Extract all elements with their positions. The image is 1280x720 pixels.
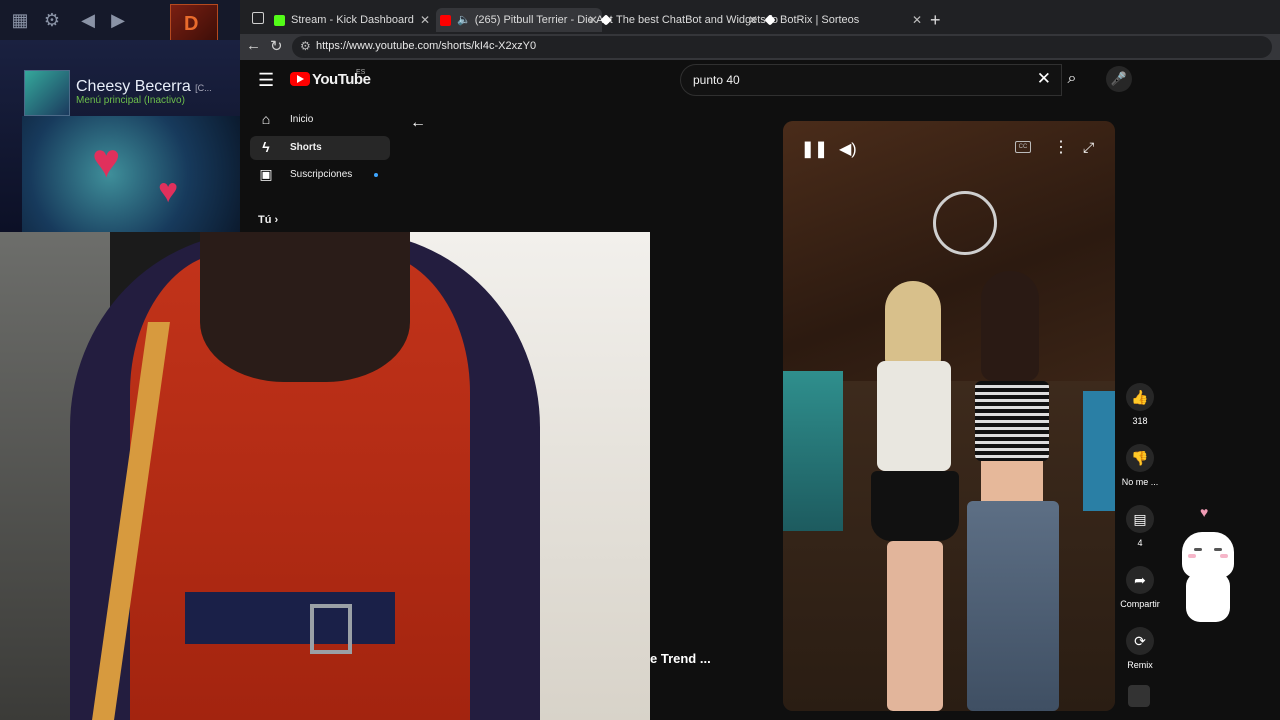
dancer-left xyxy=(863,281,963,711)
browser-address-bar: ← ↻ ⚙ https://www.youtube.com/shorts/kI4… xyxy=(240,34,1280,60)
share-label: Compartir xyxy=(1120,599,1160,609)
thumbs-down-icon: 👎 xyxy=(1126,444,1154,472)
webcam-overlay xyxy=(0,232,650,720)
tab-botrix-sorteos[interactable]: BotRix | Sorteos ✕ xyxy=(764,8,926,32)
back-arrow-icon[interactable]: ◀ xyxy=(78,10,98,30)
dislike-button[interactable]: 👎 No me ... xyxy=(1110,444,1170,487)
url-field[interactable]: ⚙ https://www.youtube.com/shorts/kI4c-X2… xyxy=(292,36,1272,58)
search-button[interactable]: ⌕ xyxy=(1060,64,1084,94)
subscriptions-icon: ▣ xyxy=(259,166,273,182)
sidebar-item-inicio[interactable]: ⌂ Inicio xyxy=(250,108,390,132)
like-count: 318 xyxy=(1132,416,1148,426)
tab-youtube-short[interactable]: 🔈 (265) Pitbull Terrier - Die Ant ✕ xyxy=(436,8,613,32)
ceiling-fan xyxy=(933,191,997,255)
sidebar-item-label: Inicio xyxy=(290,114,314,125)
sidebar-item-label: Shorts xyxy=(290,142,322,153)
cat-mascot-overlay: ♥ xyxy=(1178,504,1238,622)
country-code: ES xyxy=(356,69,366,76)
window-menu-icon[interactable] xyxy=(252,12,264,24)
hamburger-menu-button[interactable]: ☰ xyxy=(258,70,274,91)
remix-icon: ⟳ xyxy=(1126,627,1154,655)
pause-button[interactable]: ❚❚ xyxy=(801,139,828,159)
close-tab-icon[interactable]: ✕ xyxy=(588,8,598,32)
sound-thumbnail[interactable] xyxy=(1128,685,1150,707)
expand-button[interactable]: ⤢ xyxy=(1083,139,1094,156)
microphone-button[interactable]: 🎤 xyxy=(1106,66,1132,92)
close-tab-icon[interactable]: ✕ xyxy=(748,8,758,32)
comments-button[interactable]: ▤ 4 xyxy=(1110,505,1170,548)
gear-icon[interactable]: ⚙ xyxy=(42,10,62,30)
youtube-header: ☰ YouTube ES punto 40 ✕ ⌕ 🎤 xyxy=(240,60,1280,100)
reload-button[interactable]: ↻ xyxy=(270,37,283,55)
kick-favicon-icon xyxy=(274,14,285,26)
site-info-icon[interactable]: ⚙ xyxy=(300,39,311,53)
youtube-logo-icon[interactable] xyxy=(290,72,310,86)
volume-button[interactable]: ◀) xyxy=(839,139,857,159)
tab-chatbot-widgets[interactable]: The best ChatBot and Widgets fo ✕ xyxy=(600,8,778,32)
sidebar-item-suscripciones[interactable]: ▣ Suscripciones xyxy=(250,163,390,187)
game-artwork: ♥ ♥ xyxy=(22,116,240,232)
clear-search-icon[interactable]: ✕ xyxy=(1037,69,1051,89)
tab-kick-dashboard[interactable]: Stream - Kick Dashboard ✕ xyxy=(274,8,434,32)
sidebar-item-shorts[interactable]: ϟ Shorts xyxy=(250,136,390,160)
chevron-right-icon: › xyxy=(274,214,279,226)
comment-icon: ▤ xyxy=(1126,505,1154,533)
back-arrow-icon[interactable]: ← xyxy=(410,114,426,132)
steam-menu-icon[interactable]: ▦ xyxy=(10,10,30,30)
back-button[interactable]: ← xyxy=(246,37,261,54)
steam-friend-panel: Cheesy Becerra [C... Menú principal (Ina… xyxy=(0,40,240,232)
share-button[interactable]: ➦ Compartir xyxy=(1110,566,1170,609)
sidebar-item-label: Suscripciones xyxy=(290,169,353,180)
short-title-fragment[interactable]: e Trend ... xyxy=(650,651,711,666)
botrix-favicon-icon xyxy=(600,14,612,26)
new-tab-button[interactable]: + xyxy=(930,10,941,30)
shorts-icon: ϟ xyxy=(262,139,270,155)
like-button[interactable]: 👍 318 xyxy=(1110,383,1170,426)
captions-button[interactable]: CC xyxy=(1015,141,1031,153)
dislike-label: No me ... xyxy=(1121,477,1159,487)
botrix-favicon-icon xyxy=(764,14,776,26)
heart-icon: ♥ xyxy=(92,135,121,188)
home-icon: ⌂ xyxy=(261,111,271,127)
youtube-favicon-icon xyxy=(440,14,451,26)
friend-avatar[interactable] xyxy=(24,70,70,116)
close-tab-icon[interactable]: ✕ xyxy=(912,8,922,32)
share-icon: ➦ xyxy=(1126,566,1154,594)
more-options-button[interactable]: ⋮ xyxy=(1053,137,1069,157)
youtube-sidebar: ⌂ Inicio ϟ Shorts ▣ Suscripciones Tú › xyxy=(240,100,400,232)
new-content-dot xyxy=(374,173,378,177)
forward-arrow-icon[interactable]: ▶ xyxy=(108,10,128,30)
search-query: punto 40 xyxy=(693,73,740,87)
friend-status: Menú principal (Inactivo) xyxy=(76,95,185,106)
shorts-video-player[interactable]: ❚❚ ◀) CC ⋮ ⤢ xyxy=(783,121,1115,711)
heart-icon: ♥ xyxy=(158,172,179,210)
url-text: https://www.youtube.com/shorts/kI4c-X2xz… xyxy=(316,40,537,52)
sidebar-item-you[interactable]: Tú › xyxy=(258,214,278,226)
friend-name[interactable]: Cheesy Becerra [C... xyxy=(76,78,212,96)
heart-icon: ♥ xyxy=(1200,504,1209,520)
thumbs-up-icon: 👍 xyxy=(1126,383,1154,411)
remix-label: Remix xyxy=(1127,660,1153,670)
steam-overlay-bar: ▦ ⚙ ◀ ▶ D xyxy=(0,0,240,46)
close-tab-icon[interactable]: ✕ xyxy=(420,8,430,32)
search-input[interactable]: punto 40 ✕ xyxy=(680,64,1062,96)
remix-button[interactable]: ⟳ Remix xyxy=(1110,627,1170,670)
comment-count: 4 xyxy=(1137,538,1143,548)
dancer-right xyxy=(953,271,1063,711)
speaker-icon[interactable]: 🔈 xyxy=(457,14,471,26)
